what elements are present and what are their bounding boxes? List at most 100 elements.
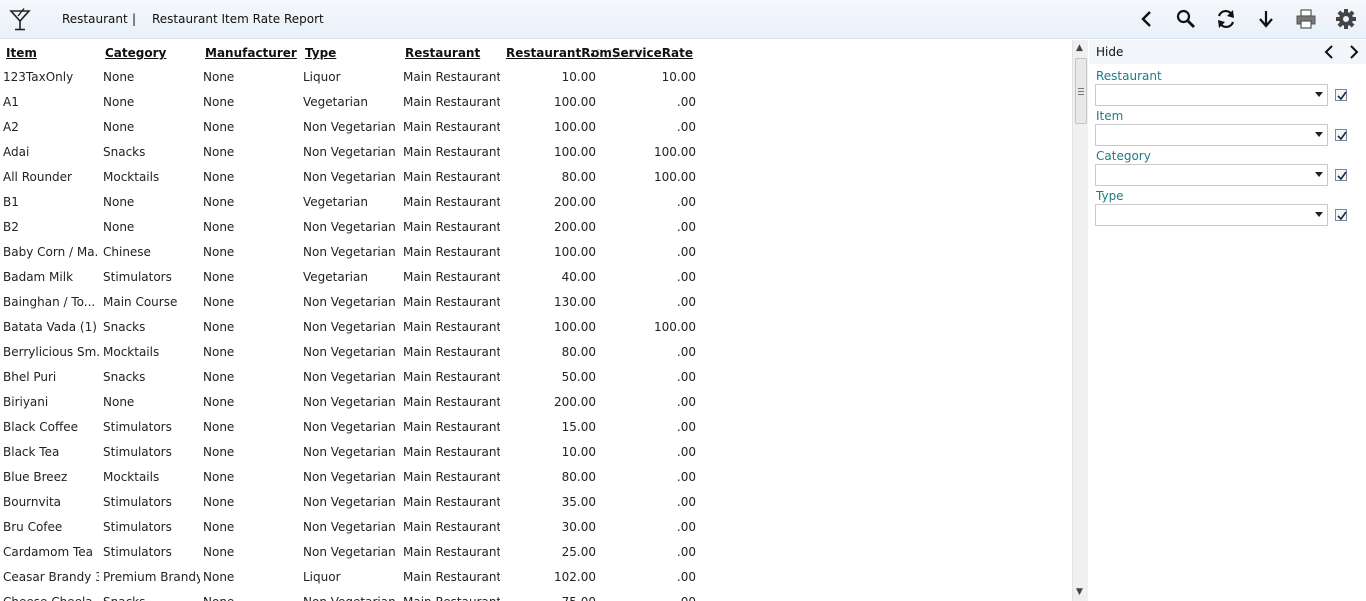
table-row[interactable]: Bru Cofee Stimulators None Non Vegetarian Ma… xyxy=(0,515,760,540)
cell-category: Premium Brandy xyxy=(103,570,200,584)
cell-room-service-rate: .00 xyxy=(676,520,696,534)
scroll-down-arrow-icon[interactable]: ▼ xyxy=(1076,588,1083,597)
cocktail-icon[interactable] xyxy=(9,8,31,32)
column-header-restaurant[interactable]: Restaurant xyxy=(405,46,480,60)
cell-room-service-rate: .00 xyxy=(676,295,696,309)
table-row[interactable]: Badam Milk Stimulators None Vegetarian Main … xyxy=(0,265,760,290)
cell-manufacturer: None xyxy=(203,570,235,584)
cell-restaurant: Main Restaurant xyxy=(403,295,500,309)
table-row[interactable]: Bhel Puri Snacks None Non Vegetarian Main Re… xyxy=(0,365,760,390)
item-dropdown[interactable] xyxy=(1095,124,1328,146)
table-row[interactable]: Ceasar Brandy 3... Premium BrandyNone Liqu… xyxy=(0,565,760,590)
column-header-manufacturer[interactable]: Manufacturer xyxy=(205,46,297,60)
table-row[interactable]: Cheese Cheela SnacksNoneNon VegetarianMai… xyxy=(0,590,760,601)
cell-category: Stimulators xyxy=(103,420,172,434)
cell-room-service-rate: 100.00 xyxy=(654,320,696,334)
table-row[interactable]: Bainghan / To... Main Course None Non Veget… xyxy=(0,290,760,315)
panel-next-icon[interactable] xyxy=(1348,45,1360,59)
cell-category: None xyxy=(103,395,135,409)
cell-manufacturer: None xyxy=(203,495,235,509)
cell-restaurant-rate: 102.00 xyxy=(554,570,596,584)
cell-restaurant: Main Restaurant xyxy=(403,70,500,84)
print-icon[interactable] xyxy=(1295,8,1317,30)
column-header-type[interactable]: Type xyxy=(305,46,336,60)
cell-item: Badam Milk xyxy=(3,270,74,284)
cell-item: Blue Breez xyxy=(3,470,68,484)
cell-room-service-rate: .00 xyxy=(676,370,696,384)
table-row[interactable]: Adai Snacks None Non Vegetarian Main Restaur… xyxy=(0,140,760,165)
type-filter-checkbox[interactable] xyxy=(1335,209,1347,221)
cell-room-service-rate: .00 xyxy=(676,220,696,234)
table-row[interactable]: Baby Corn / Ma... Chinese None Non Vegetari… xyxy=(0,240,760,265)
table-row[interactable]: A1 None None Vegetarian Main Restaurant 100.0… xyxy=(0,90,760,115)
cell-room-service-rate: .00 xyxy=(676,245,696,259)
cell-room-service-rate: .00 xyxy=(676,345,696,359)
cell-restaurant: Main Restaurant xyxy=(403,220,500,234)
cell-manufacturer: None xyxy=(203,445,235,459)
cell-category: Snacks xyxy=(103,320,146,334)
cell-category: Chinese xyxy=(103,245,151,259)
column-header-item[interactable]: Item xyxy=(6,46,37,60)
restaurant-filter-checkbox[interactable] xyxy=(1335,89,1347,101)
category-filter-checkbox[interactable] xyxy=(1335,169,1347,181)
panel-prev-icon[interactable] xyxy=(1323,45,1335,59)
column-header-room-service-rate[interactable]: RoomServiceRate xyxy=(593,46,693,60)
column-header-category[interactable]: Category xyxy=(105,46,166,60)
cell-item: Bru Cofee xyxy=(3,520,63,534)
table-row[interactable]: B2 None None Non Vegetarian Main Restaurant 2… xyxy=(0,215,760,240)
download-icon[interactable] xyxy=(1255,8,1277,30)
cell-manufacturer: None xyxy=(203,545,235,559)
table-row[interactable]: Berrylicious Sm... Mocktails None Non Veget… xyxy=(0,340,760,365)
back-icon[interactable] xyxy=(1136,8,1158,30)
cell-room-service-rate: .00 xyxy=(676,495,696,509)
cell-restaurant: Main Restaurant xyxy=(403,395,500,409)
column-header-restaurant-rate[interactable]: RestaurantRate xyxy=(506,46,593,60)
cell-type: Non Vegetarian xyxy=(303,495,396,509)
breadcrumb-separator: | xyxy=(132,12,137,26)
cell-item: Batata Vada (1) xyxy=(3,320,97,334)
cell-category: Snacks xyxy=(103,590,200,601)
table-row[interactable]: A2 None None Non Vegetarian Main Restaurant 1… xyxy=(0,115,760,140)
table-row[interactable]: Biriyani None None Non Vegetarian Main Resta… xyxy=(0,390,760,415)
table-row[interactable]: Bournvita Stimulators None Non Vegetarian Ma… xyxy=(0,490,760,515)
cell-room-service-rate: .00 xyxy=(676,445,696,459)
cell-item: B2 xyxy=(3,220,19,234)
cell-type: Liquor xyxy=(303,570,341,584)
settings-icon[interactable] xyxy=(1335,8,1357,30)
cell-category: Main Course xyxy=(103,295,178,309)
table-row[interactable]: All Rounder Mocktails None Non Vegetarian Ma… xyxy=(0,165,760,190)
cell-item: Cardamom Tea xyxy=(3,545,93,559)
filter-label-item: Item xyxy=(1096,109,1124,123)
table-row[interactable]: B1 None None Vegetarian Main Restaurant 200.0… xyxy=(0,190,760,215)
scroll-thumb[interactable] xyxy=(1075,58,1087,124)
cell-restaurant-rate: 75.00 xyxy=(496,590,596,601)
cell-category: Snacks xyxy=(103,145,146,159)
table-row[interactable]: Black Coffee Stimulators None Non Vegetaria… xyxy=(0,415,760,440)
item-filter-checkbox[interactable] xyxy=(1335,129,1347,141)
filter-panel: Hide Restaurant Item Category Type xyxy=(1089,40,1366,601)
table-row[interactable]: Batata Vada (1) Snacks None Non Vegetarian M… xyxy=(0,315,760,340)
cell-restaurant-rate: 30.00 xyxy=(561,520,596,534)
cell-item: Bhel Puri xyxy=(3,370,57,384)
table-row[interactable]: Black Tea Stimulators None Non Vegetarian Ma… xyxy=(0,440,760,465)
cell-restaurant: Main Restaurant xyxy=(403,170,500,184)
cell-item: Bournvita xyxy=(3,495,62,509)
refresh-icon[interactable] xyxy=(1215,8,1237,30)
search-icon[interactable] xyxy=(1175,8,1197,30)
vertical-scrollbar[interactable]: ▲ ▼ xyxy=(1072,40,1088,601)
cell-type: Non Vegetarian xyxy=(303,220,396,234)
type-dropdown[interactable] xyxy=(1095,204,1328,226)
table-row[interactable]: Cardamom Tea Stimulators None Non Vegetaria… xyxy=(0,540,760,565)
cell-item: Baby Corn / Ma... xyxy=(3,245,99,259)
cell-manufacturer: None xyxy=(203,470,235,484)
scroll-up-arrow-icon[interactable]: ▲ xyxy=(1076,44,1083,53)
cell-item: 123TaxOnly xyxy=(3,70,74,84)
restaurant-dropdown[interactable] xyxy=(1095,84,1328,106)
table-row[interactable]: Blue Breez Mocktails None Non Vegetarian Mai… xyxy=(0,465,760,490)
category-dropdown[interactable] xyxy=(1095,164,1328,186)
hide-panel-button[interactable]: Hide xyxy=(1096,45,1123,59)
breadcrumb-restaurant[interactable]: Restaurant xyxy=(62,12,128,26)
cell-type: Non Vegetarian xyxy=(303,320,396,334)
table-row[interactable]: 123TaxOnly None None Liquor Main Restaurant 1… xyxy=(0,65,760,90)
cell-type: Non Vegetarian xyxy=(303,370,396,384)
